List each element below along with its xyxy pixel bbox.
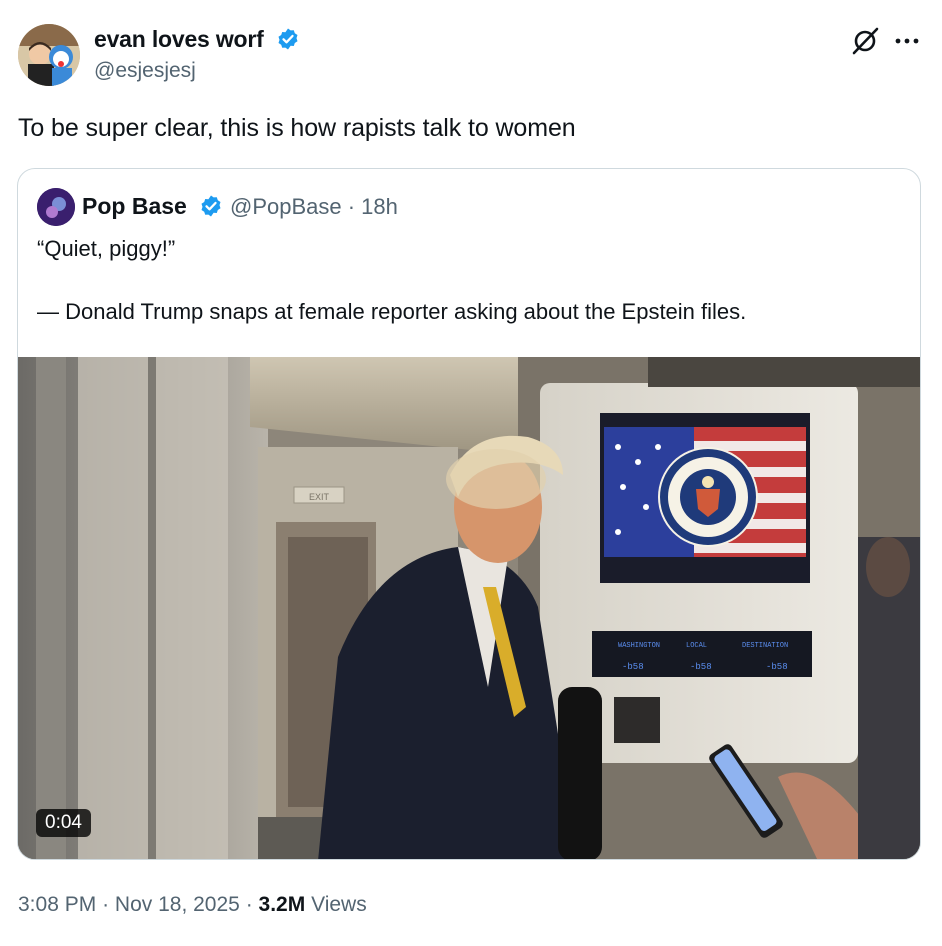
clock-label-right: DESTINATION xyxy=(742,642,788,650)
clock-label-left: WASHINGTON xyxy=(618,642,660,650)
tweet-time[interactable]: 3:08 PM xyxy=(18,893,96,916)
exit-sign-text: EXIT xyxy=(309,492,330,502)
more-icon[interactable] xyxy=(894,34,920,46)
author-avatar[interactable] xyxy=(18,24,80,86)
clock-label-center: LOCAL xyxy=(686,642,707,650)
separator: · xyxy=(245,893,253,916)
quoted-avatar-image xyxy=(37,188,75,226)
author-name-row[interactable]: evan loves worf xyxy=(94,26,300,57)
clock-time-center: -b58 xyxy=(690,662,712,672)
tweet-text: To be super clear, this is how rapists t… xyxy=(18,114,576,142)
views-label: Views xyxy=(311,893,367,916)
video-player[interactable]: EXIT WASHINGTON LOCAL DESTINATION -b58 -… xyxy=(18,357,920,859)
quoted-author-avatar[interactable] xyxy=(37,188,75,226)
tweet-footer: 3:08 PM · Nov 18, 2025 · 3.2M Views xyxy=(18,893,367,917)
grok-icon[interactable] xyxy=(850,26,880,56)
views-count[interactable]: 3.2M xyxy=(259,893,306,916)
separator: · xyxy=(102,893,110,916)
video-thumbnail: EXIT WASHINGTON LOCAL DESTINATION -b58 -… xyxy=(18,357,920,859)
quoted-meta: @PopBase · 18h xyxy=(230,194,398,219)
tweet-date[interactable]: Nov 18, 2025 xyxy=(115,893,240,916)
author-name[interactable]: evan loves worf xyxy=(94,26,264,52)
quoted-quote-line: “Quiet, piggy!” xyxy=(37,236,176,261)
verified-badge-icon[interactable] xyxy=(199,194,223,224)
quoted-author-name[interactable]: Pop Base xyxy=(82,193,187,219)
quoted-tweet-card[interactable]: Pop Base @PopBase · 18h “Quiet, piggy!” … xyxy=(17,168,921,860)
quoted-author-name-row[interactable]: Pop Base xyxy=(82,193,223,224)
clock-time-left: -b58 xyxy=(622,662,644,672)
author-handle[interactable]: @esjesjesj xyxy=(94,59,196,83)
verified-badge-icon[interactable] xyxy=(276,27,300,57)
avatar-image xyxy=(18,24,80,86)
video-duration-badge: 0:04 xyxy=(36,809,91,837)
clock-time-right: -b58 xyxy=(766,662,788,672)
quoted-body-line: — Donald Trump snaps at female reporter … xyxy=(37,299,747,324)
